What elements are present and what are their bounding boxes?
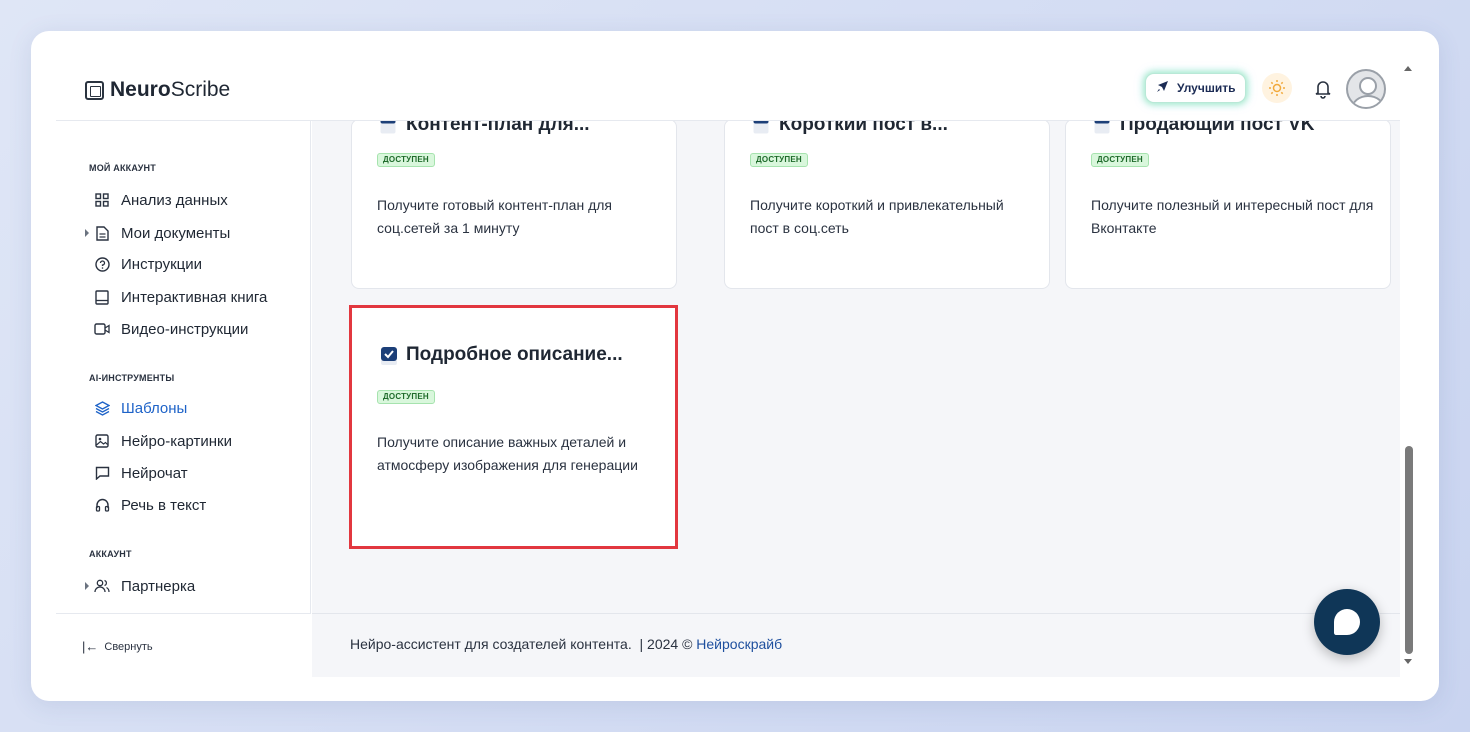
card-description: Получите готовый контент-план для соц.се… <box>377 197 613 236</box>
template-card[interactable]: Контент-план для... ДОСТУПЕН Получите го… <box>351 121 677 289</box>
app-window: Контент-план для... ДОСТУПЕН Получите го… <box>31 31 1439 701</box>
user-avatar-icon[interactable] <box>1346 69 1386 109</box>
video-icon <box>94 321 110 337</box>
document-icon <box>380 121 396 134</box>
upgrade-button[interactable]: Улучшить <box>1145 73 1247 103</box>
collapse-arrow-icon: |← <box>82 639 99 654</box>
checkbox-document-icon <box>380 346 397 365</box>
users-icon <box>94 578 110 594</box>
logo-light-text: Scribe <box>170 78 231 101</box>
card-title: Продающий пост VK <box>1094 121 1315 136</box>
logo-bold-text: Neuro <box>110 78 171 101</box>
document-icon <box>1094 121 1110 134</box>
support-chat-button[interactable] <box>1314 589 1380 655</box>
sidebar-item-neuro-images[interactable]: Нейро-картинки <box>94 430 232 452</box>
chat-icon <box>94 465 110 481</box>
sidebar: МОЙ АККАУНТ Анализ данных Мои документы … <box>56 121 311 677</box>
sidebar-item-data-analysis[interactable]: Анализ данных <box>94 189 228 211</box>
bell-icon[interactable] <box>1310 75 1336 103</box>
top-header: NeuroScribe Улучшить <box>56 31 1400 121</box>
logo[interactable]: NeuroScribe <box>85 78 230 102</box>
document-icon <box>94 225 110 241</box>
status-badge: ДОСТУПЕН <box>750 153 808 167</box>
collapse-sidebar-button[interactable]: |← Свернуть <box>82 639 153 654</box>
headphones-icon <box>94 497 110 513</box>
card-description: Получите короткий и привлекательный пост… <box>750 197 1004 236</box>
grid-icon <box>94 192 110 208</box>
rocket-icon <box>1156 80 1169 96</box>
template-card-detailed-description[interactable]: Подробное описание... ДОСТУПЕН Получите … <box>351 307 677 547</box>
template-card[interactable]: Короткий пост в... ДОСТУПЕН Получите кор… <box>724 121 1050 289</box>
sun-icon[interactable] <box>1262 73 1292 103</box>
book-icon <box>94 289 110 305</box>
sidebar-item-instructions[interactable]: Инструкции <box>94 253 202 275</box>
status-badge: ДОСТУПЕН <box>377 153 435 167</box>
section-my-account-title: МОЙ АККАУНТ <box>89 163 156 173</box>
sidebar-item-my-documents[interactable]: Мои документы <box>85 222 230 244</box>
template-card[interactable]: Продающий пост VK ДОСТУПЕН Получите поле… <box>1065 121 1391 289</box>
sidebar-item-interactive-book[interactable]: Интерактивная книга <box>94 286 267 308</box>
logo-icon <box>85 80 104 100</box>
upgrade-label: Улучшить <box>1177 81 1236 95</box>
page-footer: Нейро-ассистент для создателей контента.… <box>312 613 1400 677</box>
card-description: Получите описание важных деталей и атмос… <box>377 434 638 473</box>
scroll-up-arrow-icon[interactable] <box>1404 66 1412 71</box>
sidebar-footer: |← Свернуть <box>56 613 311 677</box>
card-title: Подробное описание... <box>380 344 623 366</box>
layers-icon <box>94 400 110 416</box>
document-icon <box>753 121 769 134</box>
footer-text: Нейро-ассистент для создателей контента.… <box>350 636 783 652</box>
section-ai-tools-title: AI-ИНСТРУМЕНТЫ <box>89 373 175 383</box>
sidebar-item-partners[interactable]: Партнерка <box>85 575 195 597</box>
expand-caret-icon <box>85 229 89 237</box>
status-badge: ДОСТУПЕН <box>1091 153 1149 167</box>
scroll-thumb[interactable] <box>1405 446 1413 654</box>
footer-brand-link[interactable]: Нейроскрайб <box>696 636 782 652</box>
card-title: Короткий пост в... <box>753 121 948 136</box>
section-account-title: АККАУНТ <box>89 549 132 559</box>
expand-caret-icon <box>85 582 89 590</box>
scroll-down-arrow-icon[interactable] <box>1404 659 1412 664</box>
status-badge: ДОСТУПЕН <box>377 390 435 404</box>
sidebar-item-neurochat[interactable]: Нейрочат <box>94 462 188 484</box>
sidebar-item-video-instructions[interactable]: Видео-инструкции <box>94 318 248 340</box>
card-description: Получите полезный и интересный пост для … <box>1091 197 1374 236</box>
templates-grid: Контент-план для... ДОСТУПЕН Получите го… <box>312 121 1400 613</box>
sidebar-item-templates[interactable]: Шаблоны <box>94 397 187 419</box>
image-icon <box>94 433 110 449</box>
sidebar-item-speech-to-text[interactable]: Речь в текст <box>94 494 206 516</box>
help-circle-icon <box>94 256 110 272</box>
card-title: Контент-план для... <box>380 121 590 136</box>
